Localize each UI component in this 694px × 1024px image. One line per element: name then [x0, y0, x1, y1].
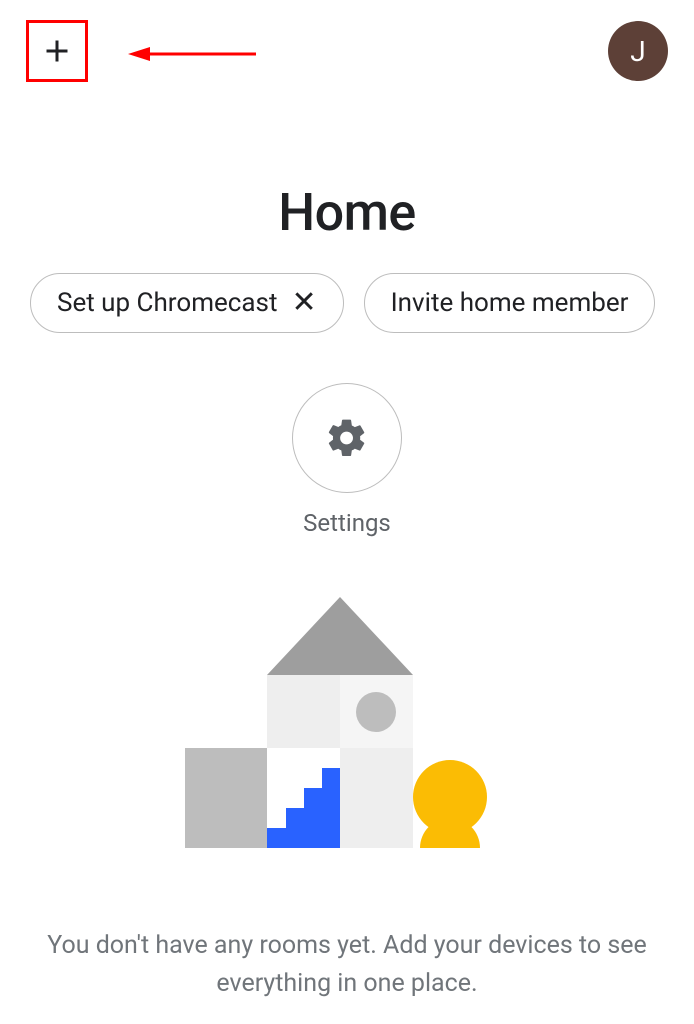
page-title: Home: [0, 182, 694, 243]
annotation-arrow-icon: [128, 44, 258, 64]
gear-icon: [325, 416, 369, 460]
chip-invite-member[interactable]: Invite home member: [364, 273, 656, 333]
chip-label: Invite home member: [391, 288, 629, 318]
settings-label: Settings: [0, 509, 694, 537]
app-header: J: [0, 0, 694, 102]
suggestion-chips: Set up Chromecast ✕ Invite home member: [0, 273, 694, 333]
settings-section: Settings: [0, 383, 694, 537]
chip-label: Set up Chromecast: [57, 288, 277, 318]
avatar-initial: J: [630, 35, 645, 68]
add-button[interactable]: [26, 20, 88, 82]
empty-state-message: You don't have any rooms yet. Add your d…: [0, 927, 694, 1002]
plus-icon: [39, 33, 75, 69]
settings-button[interactable]: [292, 383, 402, 493]
chip-setup-chromecast[interactable]: Set up Chromecast ✕: [30, 273, 344, 333]
empty-state-illustration: [167, 597, 527, 877]
close-icon[interactable]: ✕: [291, 288, 316, 318]
profile-avatar[interactable]: J: [608, 21, 668, 81]
